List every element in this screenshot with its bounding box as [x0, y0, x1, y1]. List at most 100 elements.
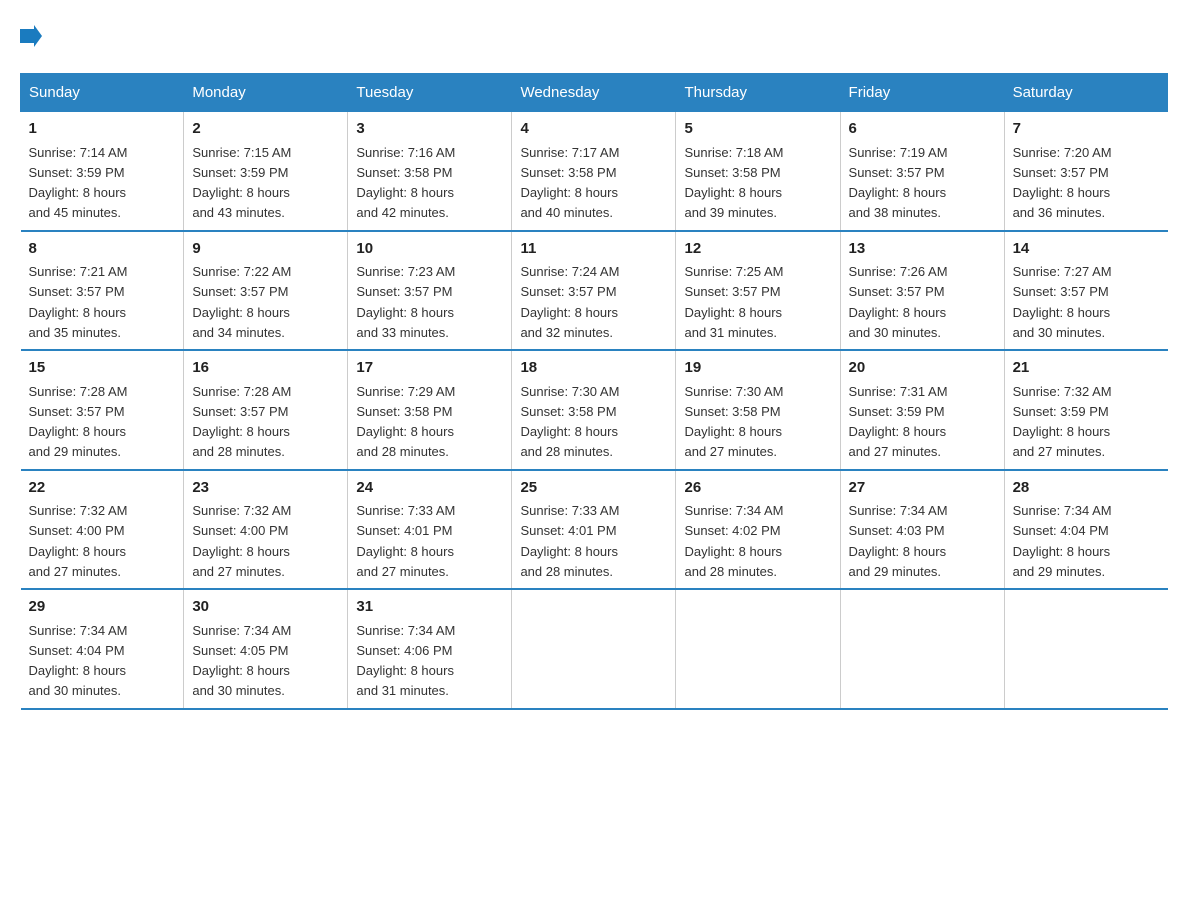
day-number: 27 — [849, 477, 996, 500]
day-number: 10 — [356, 238, 503, 261]
day-of-week-header: Friday — [840, 74, 1004, 112]
day-number: 3 — [356, 118, 503, 141]
day-info: Sunrise: 7:29 AMSunset: 3:58 PMDaylight:… — [356, 384, 455, 460]
day-number: 1 — [29, 118, 176, 141]
calendar-day-cell: 30 Sunrise: 7:34 AMSunset: 4:05 PMDaylig… — [184, 589, 348, 709]
day-info: Sunrise: 7:23 AMSunset: 3:57 PMDaylight:… — [356, 264, 455, 340]
calendar-day-cell — [676, 589, 840, 709]
calendar-day-cell: 2 Sunrise: 7:15 AMSunset: 3:59 PMDayligh… — [184, 112, 348, 231]
calendar-day-cell: 16 Sunrise: 7:28 AMSunset: 3:57 PMDaylig… — [184, 350, 348, 470]
calendar-week-row: 29 Sunrise: 7:34 AMSunset: 4:04 PMDaylig… — [21, 589, 1168, 709]
day-info: Sunrise: 7:24 AMSunset: 3:57 PMDaylight:… — [520, 264, 619, 340]
day-number: 15 — [29, 357, 176, 380]
day-of-week-header: Thursday — [676, 74, 840, 112]
day-number: 19 — [684, 357, 831, 380]
day-info: Sunrise: 7:21 AMSunset: 3:57 PMDaylight:… — [29, 264, 128, 340]
day-number: 21 — [1013, 357, 1160, 380]
day-info: Sunrise: 7:34 AMSunset: 4:04 PMDaylight:… — [1013, 503, 1112, 579]
day-info: Sunrise: 7:34 AMSunset: 4:02 PMDaylight:… — [684, 503, 783, 579]
logo-arrow-icon — [20, 25, 42, 47]
day-info: Sunrise: 7:32 AMSunset: 4:00 PMDaylight:… — [29, 503, 128, 579]
page-header — [20, 20, 1168, 53]
day-number: 29 — [29, 596, 176, 619]
day-info: Sunrise: 7:32 AMSunset: 3:59 PMDaylight:… — [1013, 384, 1112, 460]
day-of-week-header: Wednesday — [512, 74, 676, 112]
day-number: 13 — [849, 238, 996, 261]
calendar-day-cell: 17 Sunrise: 7:29 AMSunset: 3:58 PMDaylig… — [348, 350, 512, 470]
day-number: 26 — [684, 477, 831, 500]
day-number: 25 — [520, 477, 667, 500]
day-info: Sunrise: 7:30 AMSunset: 3:58 PMDaylight:… — [684, 384, 783, 460]
day-number: 31 — [356, 596, 503, 619]
day-of-week-header: Tuesday — [348, 74, 512, 112]
day-number: 16 — [192, 357, 339, 380]
day-info: Sunrise: 7:33 AMSunset: 4:01 PMDaylight:… — [356, 503, 455, 579]
day-info: Sunrise: 7:27 AMSunset: 3:57 PMDaylight:… — [1013, 264, 1112, 340]
day-info: Sunrise: 7:32 AMSunset: 4:00 PMDaylight:… — [192, 503, 291, 579]
calendar-header-row: SundayMondayTuesdayWednesdayThursdayFrid… — [21, 74, 1168, 112]
calendar-day-cell: 26 Sunrise: 7:34 AMSunset: 4:02 PMDaylig… — [676, 470, 840, 590]
calendar-day-cell — [512, 589, 676, 709]
calendar-day-cell: 11 Sunrise: 7:24 AMSunset: 3:57 PMDaylig… — [512, 231, 676, 351]
day-of-week-header: Sunday — [21, 74, 184, 112]
day-info: Sunrise: 7:26 AMSunset: 3:57 PMDaylight:… — [849, 264, 948, 340]
calendar-day-cell: 20 Sunrise: 7:31 AMSunset: 3:59 PMDaylig… — [840, 350, 1004, 470]
calendar-week-row: 22 Sunrise: 7:32 AMSunset: 4:00 PMDaylig… — [21, 470, 1168, 590]
day-number: 14 — [1013, 238, 1160, 261]
calendar-day-cell: 15 Sunrise: 7:28 AMSunset: 3:57 PMDaylig… — [21, 350, 184, 470]
day-number: 28 — [1013, 477, 1160, 500]
day-info: Sunrise: 7:28 AMSunset: 3:57 PMDaylight:… — [29, 384, 128, 460]
day-number: 20 — [849, 357, 996, 380]
calendar-day-cell: 24 Sunrise: 7:33 AMSunset: 4:01 PMDaylig… — [348, 470, 512, 590]
day-info: Sunrise: 7:18 AMSunset: 3:58 PMDaylight:… — [684, 145, 783, 221]
day-of-week-header: Saturday — [1004, 74, 1167, 112]
day-number: 4 — [520, 118, 667, 141]
day-number: 7 — [1013, 118, 1160, 141]
calendar-day-cell — [1004, 589, 1167, 709]
calendar-day-cell — [840, 589, 1004, 709]
calendar-day-cell: 23 Sunrise: 7:32 AMSunset: 4:00 PMDaylig… — [184, 470, 348, 590]
day-info: Sunrise: 7:30 AMSunset: 3:58 PMDaylight:… — [520, 384, 619, 460]
calendar-week-row: 1 Sunrise: 7:14 AMSunset: 3:59 PMDayligh… — [21, 112, 1168, 231]
day-number: 11 — [520, 238, 667, 261]
day-of-week-header: Monday — [184, 74, 348, 112]
day-number: 8 — [29, 238, 176, 261]
day-number: 18 — [520, 357, 667, 380]
day-number: 2 — [192, 118, 339, 141]
day-number: 24 — [356, 477, 503, 500]
day-info: Sunrise: 7:34 AMSunset: 4:04 PMDaylight:… — [29, 623, 128, 699]
day-number: 6 — [849, 118, 996, 141]
day-info: Sunrise: 7:22 AMSunset: 3:57 PMDaylight:… — [192, 264, 291, 340]
logo — [20, 20, 42, 53]
calendar-week-row: 15 Sunrise: 7:28 AMSunset: 3:57 PMDaylig… — [21, 350, 1168, 470]
calendar-day-cell: 6 Sunrise: 7:19 AMSunset: 3:57 PMDayligh… — [840, 112, 1004, 231]
day-number: 22 — [29, 477, 176, 500]
day-number: 30 — [192, 596, 339, 619]
calendar-week-row: 8 Sunrise: 7:21 AMSunset: 3:57 PMDayligh… — [21, 231, 1168, 351]
calendar-day-cell: 3 Sunrise: 7:16 AMSunset: 3:58 PMDayligh… — [348, 112, 512, 231]
day-info: Sunrise: 7:28 AMSunset: 3:57 PMDaylight:… — [192, 384, 291, 460]
day-info: Sunrise: 7:20 AMSunset: 3:57 PMDaylight:… — [1013, 145, 1112, 221]
day-info: Sunrise: 7:25 AMSunset: 3:57 PMDaylight:… — [684, 264, 783, 340]
day-number: 23 — [192, 477, 339, 500]
calendar-day-cell: 10 Sunrise: 7:23 AMSunset: 3:57 PMDaylig… — [348, 231, 512, 351]
calendar-day-cell: 29 Sunrise: 7:34 AMSunset: 4:04 PMDaylig… — [21, 589, 184, 709]
calendar-day-cell: 14 Sunrise: 7:27 AMSunset: 3:57 PMDaylig… — [1004, 231, 1167, 351]
day-number: 12 — [684, 238, 831, 261]
day-info: Sunrise: 7:17 AMSunset: 3:58 PMDaylight:… — [520, 145, 619, 221]
day-info: Sunrise: 7:33 AMSunset: 4:01 PMDaylight:… — [520, 503, 619, 579]
day-info: Sunrise: 7:34 AMSunset: 4:06 PMDaylight:… — [356, 623, 455, 699]
calendar-day-cell: 1 Sunrise: 7:14 AMSunset: 3:59 PMDayligh… — [21, 112, 184, 231]
calendar-day-cell: 25 Sunrise: 7:33 AMSunset: 4:01 PMDaylig… — [512, 470, 676, 590]
calendar-day-cell: 28 Sunrise: 7:34 AMSunset: 4:04 PMDaylig… — [1004, 470, 1167, 590]
day-number: 5 — [684, 118, 831, 141]
calendar-day-cell: 8 Sunrise: 7:21 AMSunset: 3:57 PMDayligh… — [21, 231, 184, 351]
calendar-table: SundayMondayTuesdayWednesdayThursdayFrid… — [20, 73, 1168, 710]
logo-line1 — [20, 20, 42, 53]
calendar-day-cell: 21 Sunrise: 7:32 AMSunset: 3:59 PMDaylig… — [1004, 350, 1167, 470]
day-info: Sunrise: 7:19 AMSunset: 3:57 PMDaylight:… — [849, 145, 948, 221]
day-info: Sunrise: 7:16 AMSunset: 3:58 PMDaylight:… — [356, 145, 455, 221]
day-info: Sunrise: 7:34 AMSunset: 4:05 PMDaylight:… — [192, 623, 291, 699]
day-info: Sunrise: 7:31 AMSunset: 3:59 PMDaylight:… — [849, 384, 948, 460]
day-info: Sunrise: 7:34 AMSunset: 4:03 PMDaylight:… — [849, 503, 948, 579]
